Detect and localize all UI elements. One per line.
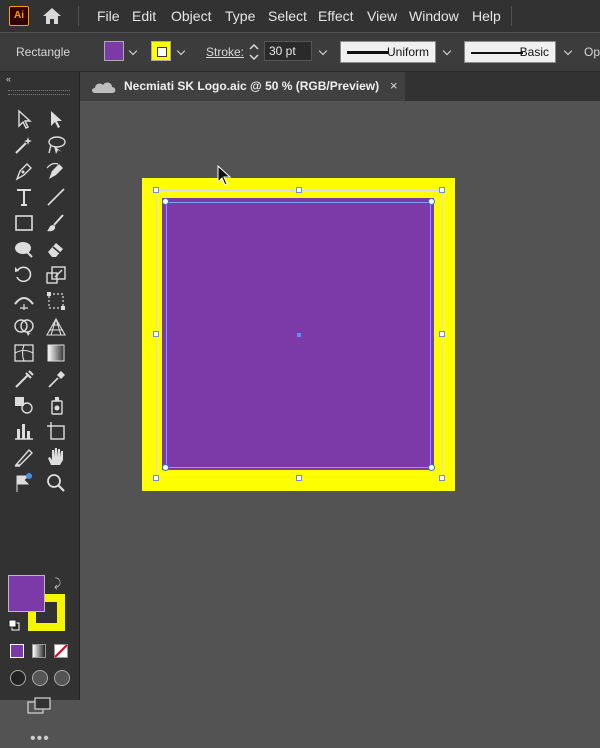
- variable-width-profile-label: Uniform: [386, 45, 429, 59]
- fill-dropdown[interactable]: [126, 41, 142, 61]
- corner-widget-top-right[interactable]: [428, 198, 435, 205]
- menu-view[interactable]: View: [367, 8, 397, 24]
- opacity-label[interactable]: Op: [584, 45, 600, 59]
- profile-line-icon: [347, 51, 389, 54]
- symbol-sprayer-tool-icon[interactable]: [44, 394, 68, 416]
- resize-handle-bottom-right[interactable]: [439, 475, 445, 481]
- control-bar: Rectangle Stroke: 30 pt Uniform Basic Op: [0, 33, 600, 72]
- eyedropper-tool-icon[interactable]: [44, 368, 68, 390]
- brush-line-icon: [471, 52, 523, 54]
- type-tool-icon[interactable]: [12, 186, 36, 208]
- resize-handle-right[interactable]: [439, 331, 445, 337]
- stroke-label[interactable]: Stroke:: [206, 45, 244, 59]
- draw-normal-icon[interactable]: [10, 670, 26, 686]
- menu-object[interactable]: Object: [171, 8, 211, 24]
- magic-wand-tool-icon[interactable]: [12, 134, 36, 156]
- stroke-weight-dropdown[interactable]: [316, 41, 332, 61]
- stroke-swatch-inner: [157, 47, 167, 57]
- document-tab-bar: Necmiati SK Logo.aic @ 50 % (RGB/Preview…: [80, 72, 600, 101]
- corner-widget-bottom-right[interactable]: [428, 464, 435, 471]
- menu-separator: [78, 6, 79, 26]
- rectangle-tool-icon[interactable]: [12, 212, 36, 234]
- resize-handle-top-left[interactable]: [153, 187, 159, 193]
- direct-selection-tool-icon[interactable]: [44, 108, 68, 130]
- line-segment-tool-icon[interactable]: [44, 186, 68, 208]
- fill-color-box[interactable]: [8, 575, 45, 612]
- resize-handle-left[interactable]: [153, 331, 159, 337]
- screen-mode-icon[interactable]: [26, 696, 52, 716]
- menu-edit[interactable]: Edit: [132, 8, 156, 24]
- corner-widget-bottom-left[interactable]: [162, 464, 169, 471]
- cloud-document-icon: [90, 80, 118, 94]
- artboard-tool-icon[interactable]: [44, 420, 68, 442]
- stroke-weight-stepper[interactable]: [246, 41, 262, 63]
- zoom-tool-icon[interactable]: [44, 472, 68, 494]
- mesh-tool-icon[interactable]: [12, 342, 36, 364]
- edit-toolbar-icon[interactable]: •••: [30, 730, 50, 748]
- document-title: Necmiati SK Logo.aic @ 50 % (RGB/Preview…: [124, 79, 380, 93]
- gradient-tool-icon[interactable]: [44, 342, 68, 364]
- resize-handle-top[interactable]: [296, 187, 302, 193]
- menu-bar: Ai File Edit Object Type Select Effect V…: [0, 0, 600, 32]
- menu-select[interactable]: Select: [268, 8, 307, 24]
- variable-width-profile[interactable]: Uniform: [340, 41, 436, 63]
- lasso-tool-icon[interactable]: [44, 134, 68, 156]
- stroke-dropdown[interactable]: [174, 41, 190, 61]
- shaper-tool-icon[interactable]: [12, 238, 36, 260]
- selection-tool-icon[interactable]: [12, 108, 36, 130]
- brush-definition[interactable]: Basic: [464, 41, 556, 63]
- pen-tool-icon[interactable]: [12, 160, 36, 182]
- measure-tool-icon[interactable]: [12, 368, 36, 390]
- profile-dropdown[interactable]: [440, 41, 456, 61]
- hand-tool-icon[interactable]: [44, 446, 68, 468]
- curvature-tool-icon[interactable]: [44, 160, 68, 182]
- resize-handle-bottom-left[interactable]: [153, 475, 159, 481]
- corner-widget-top-left[interactable]: [162, 198, 169, 205]
- none-mode-button[interactable]: [54, 644, 68, 658]
- tools-panel: « ⤸ •••: [0, 72, 80, 747]
- menu-file[interactable]: File: [97, 8, 120, 24]
- brush-definition-label: Basic: [519, 45, 549, 59]
- draw-inside-icon[interactable]: [54, 670, 70, 686]
- canvas[interactable]: [80, 101, 600, 700]
- selected-object-type: Rectangle: [16, 45, 71, 59]
- stroke-swatch[interactable]: [151, 41, 171, 61]
- eraser-tool-icon[interactable]: [44, 238, 68, 260]
- width-tool-icon[interactable]: [12, 290, 36, 312]
- resize-handle-top-right[interactable]: [439, 187, 445, 193]
- stroke-weight-input[interactable]: 30 pt: [264, 41, 312, 61]
- collapse-panel-icon[interactable]: «: [6, 74, 11, 84]
- free-transform-tool-icon[interactable]: [44, 290, 68, 312]
- illustrator-logo: Ai: [9, 6, 29, 26]
- paintbrush-tool-icon[interactable]: [44, 212, 68, 234]
- slice-tool-icon[interactable]: [12, 446, 36, 468]
- close-tab-icon[interactable]: ×: [390, 78, 398, 93]
- perspective-grid-tool-icon[interactable]: [44, 316, 68, 338]
- menu-help[interactable]: Help: [472, 8, 501, 24]
- brush-dropdown[interactable]: [561, 41, 577, 61]
- mouse-cursor-icon: [217, 164, 233, 187]
- blend-tool-icon[interactable]: [12, 394, 36, 416]
- menu-window[interactable]: Window: [409, 8, 459, 24]
- swap-fill-stroke-icon[interactable]: ⤸: [54, 576, 61, 591]
- puppet-warp-tool-icon[interactable]: [12, 472, 36, 494]
- resize-handle-bottom[interactable]: [296, 475, 302, 481]
- draw-behind-icon[interactable]: [32, 670, 48, 686]
- color-mode-button[interactable]: [10, 644, 24, 658]
- gradient-mode-button[interactable]: [32, 644, 46, 658]
- default-fill-stroke-icon[interactable]: [8, 619, 20, 631]
- column-graph-tool-icon[interactable]: [12, 420, 36, 442]
- panel-grip[interactable]: [8, 90, 70, 95]
- fill-swatch[interactable]: [104, 41, 124, 61]
- home-icon[interactable]: [40, 5, 64, 27]
- menu-separator: [511, 6, 512, 26]
- document-tab[interactable]: Necmiati SK Logo.aic @ 50 % (RGB/Preview…: [80, 72, 405, 101]
- menu-type[interactable]: Type: [225, 8, 255, 24]
- center-point: [297, 333, 301, 337]
- scale-tool-icon[interactable]: [44, 264, 68, 286]
- menu-effect[interactable]: Effect: [318, 8, 354, 24]
- rotate-tool-icon[interactable]: [12, 264, 36, 286]
- shape-builder-tool-icon[interactable]: [12, 316, 36, 338]
